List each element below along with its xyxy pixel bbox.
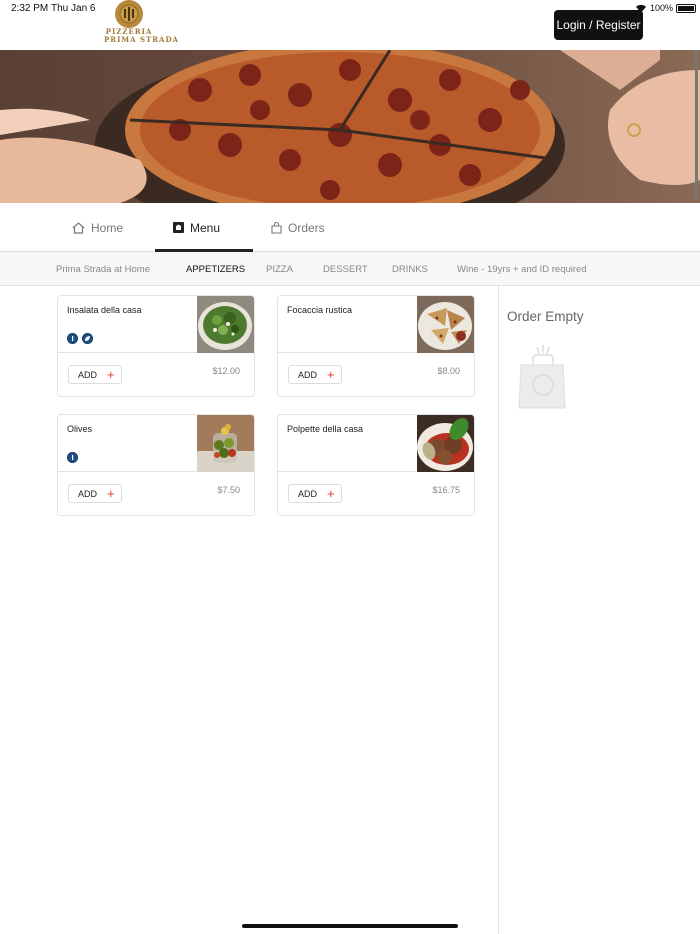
brand-logo[interactable]: PIZZERIA PRIMA STRADA <box>104 0 179 50</box>
add-button[interactable]: ADD + <box>288 365 342 384</box>
home-icon <box>72 221 85 234</box>
login-register-button[interactable]: Login / Register <box>554 10 643 40</box>
header-bar: 2:32 PM Thu Jan 6 100% PIZZERIA PRIMA ST… <box>0 0 700 50</box>
plus-icon: + <box>107 486 115 501</box>
status-date: Thu Jan 6 <box>51 3 96 14</box>
info-icon[interactable] <box>67 452 78 463</box>
tab-orders-label: Orders <box>288 220 325 235</box>
tab-menu-label: Menu <box>190 220 221 235</box>
add-button-label: ADD <box>78 369 98 380</box>
brand-line2: PRIMA STRADA <box>104 35 179 44</box>
tab-home[interactable]: Home <box>72 203 123 252</box>
product-price: $8.00 <box>437 366 460 376</box>
category-drinks[interactable]: DRINKS <box>392 252 428 286</box>
tab-home-label: Home <box>91 220 124 235</box>
add-button[interactable]: ADD + <box>68 365 122 384</box>
product-card[interactable]: Insalata della casa ADD + $12.00 <box>57 295 255 397</box>
product-card[interactable]: Olives ADD + $7.50 <box>57 414 255 516</box>
product-badges <box>67 333 93 344</box>
product-card-header: Focaccia rustica <box>278 296 474 353</box>
scrollbar[interactable] <box>695 50 698 200</box>
plus-icon: + <box>327 367 335 382</box>
product-price: $12.00 <box>212 366 240 376</box>
leaf-icon[interactable] <box>82 333 93 344</box>
menu-icon <box>173 222 184 233</box>
product-image[interactable] <box>197 296 254 353</box>
plus-icon: + <box>327 486 335 501</box>
category-dessert[interactable]: DESSERT <box>323 252 368 286</box>
product-name: Polpette della casa <box>287 424 364 434</box>
product-image[interactable] <box>197 415 254 472</box>
category-pizza[interactable]: PIZZA <box>266 252 293 286</box>
product-price: $7.50 <box>217 485 240 495</box>
main-nav: Home Menu Orders <box>0 203 700 252</box>
product-name: Focaccia rustica <box>287 305 353 315</box>
tab-menu[interactable]: Menu <box>154 203 254 252</box>
add-button[interactable]: ADD + <box>68 484 122 503</box>
product-price: $16.75 <box>432 485 460 495</box>
order-empty-title: Order Empty <box>507 309 584 324</box>
tab-orders[interactable]: Orders <box>271 203 325 252</box>
hero-image <box>0 50 700 203</box>
add-button[interactable]: ADD + <box>288 484 342 503</box>
battery-percent: 100% <box>649 3 673 13</box>
battery-icon <box>676 3 696 13</box>
product-image[interactable] <box>417 415 474 472</box>
product-card[interactable]: Polpette della casa ADD + $16.75 <box>277 414 475 516</box>
product-name: Insalata della casa <box>67 305 142 315</box>
product-card-header: Polpette della casa <box>278 415 474 472</box>
plus-icon: + <box>107 367 115 382</box>
add-button-label: ADD <box>298 488 318 499</box>
category-prima-strada-at-home[interactable]: Prima Strada at Home <box>56 252 150 286</box>
info-icon[interactable] <box>67 333 78 344</box>
product-image[interactable] <box>417 296 474 353</box>
add-button-label: ADD <box>78 488 98 499</box>
status-indicators: 100% <box>635 3 696 13</box>
category-bar: Prima Strada at Home APPETIZERS PIZZA DE… <box>0 252 700 286</box>
shopping-bag-icon <box>517 345 567 416</box>
status-time: 2:32 PM <box>11 3 49 14</box>
product-card-header: Olives <box>58 415 254 472</box>
product-card-header: Insalata della casa <box>58 296 254 353</box>
product-card[interactable]: Focaccia rustica ADD + $8.00 <box>277 295 475 397</box>
product-badges <box>67 452 78 463</box>
category-appetizers[interactable]: APPETIZERS <box>186 252 245 286</box>
add-button-label: ADD <box>298 369 318 380</box>
product-name: Olives <box>67 424 93 434</box>
category-wine[interactable]: Wine - 19yrs + and ID required <box>457 252 587 286</box>
panel-divider <box>498 286 499 934</box>
pizza-logo-icon <box>115 0 143 28</box>
bag-icon <box>271 221 282 234</box>
pizza-hero-illustration <box>0 50 700 203</box>
home-indicator[interactable] <box>242 924 458 928</box>
